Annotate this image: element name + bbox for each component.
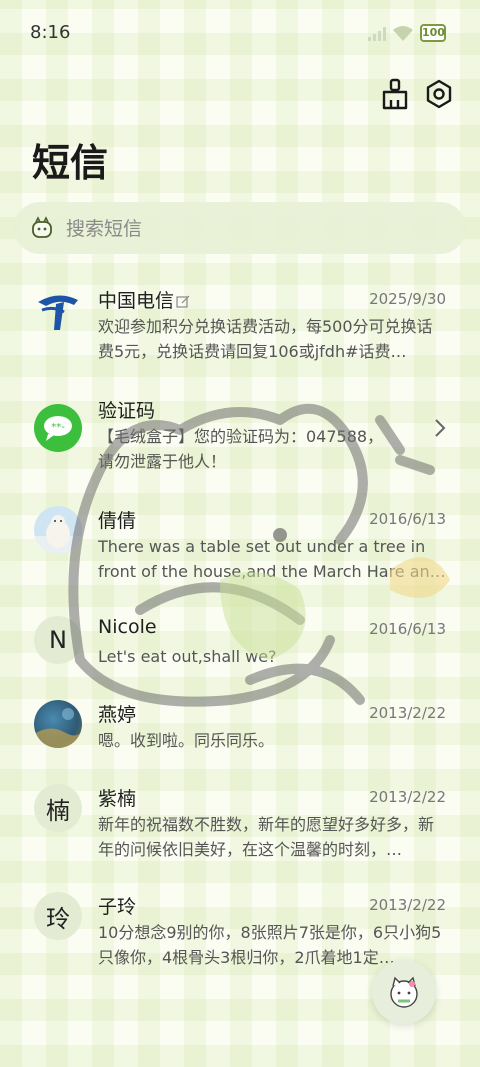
conversation-snippet: 欢迎参加积分兑换话费活动，每500分可兑换话费5元，兑换话费请回复106或jfd… bbox=[98, 317, 433, 361]
conversation-name: 倩倩 bbox=[98, 510, 137, 532]
conversation-item[interactable]: 倩倩 2016/6/13 There was a table set out u… bbox=[0, 506, 480, 610]
conversation-snippet: Let's eat out,shall we? bbox=[98, 647, 277, 666]
conversation-date: 2016/6/13 bbox=[369, 510, 446, 528]
avatar: **- bbox=[34, 404, 82, 452]
avatar: 玲 bbox=[34, 892, 82, 940]
conversation-date: 2013/2/22 bbox=[369, 896, 446, 914]
wifi-icon bbox=[393, 26, 413, 41]
settings-icon[interactable] bbox=[424, 78, 454, 110]
conversation-snippet: There was a table set out under a tree i… bbox=[98, 537, 446, 581]
conversation-name: 验证码 bbox=[98, 400, 156, 422]
conversation-snippet: 嗯。收到啦。同乐同乐。 bbox=[98, 731, 275, 750]
clean-icon[interactable] bbox=[380, 78, 410, 110]
polar-bear-avatar-icon bbox=[34, 515, 82, 554]
avatar: N bbox=[34, 616, 82, 664]
conversation-snippet: 【毛绒盒子】您的验证码为：047588，请勿泄露于他人！ bbox=[98, 427, 384, 471]
svg-text:**-: **- bbox=[51, 422, 65, 433]
compose-button[interactable] bbox=[372, 960, 436, 1024]
conversation-date: 2013/2/22 bbox=[369, 788, 446, 806]
search-icon bbox=[32, 216, 52, 238]
avatar bbox=[34, 506, 82, 554]
search-input[interactable] bbox=[64, 210, 448, 248]
conversation-date: 2013/2/22 bbox=[369, 704, 446, 722]
signal-icon bbox=[368, 27, 386, 41]
status-time: 8:16 bbox=[30, 22, 71, 43]
conversation-snippet: 新年的祝福数不胜数，新年的愿望好多好多，新年的问候依旧美好，在这个温馨的时刻，… bbox=[98, 815, 435, 859]
conversation-name: 中国电信 bbox=[98, 286, 190, 313]
edit-icon bbox=[176, 295, 190, 308]
conversation-date: 2025/9/30 bbox=[369, 290, 446, 308]
avatar bbox=[34, 700, 82, 748]
battery-icon: 100 bbox=[420, 24, 446, 42]
conversation-date: 2016/6/13 bbox=[369, 620, 446, 638]
search-bar[interactable] bbox=[14, 202, 466, 254]
chevron-right-icon[interactable] bbox=[434, 418, 446, 438]
avatar: 楠 bbox=[34, 784, 82, 832]
compose-icon bbox=[390, 976, 418, 1008]
conversation-item[interactable]: **- 验证码 【毛绒盒子】您的验证码为：047588，请勿泄露于他人！ bbox=[0, 396, 480, 500]
conversation-name: 燕婷 bbox=[98, 704, 137, 726]
conversation-name: Nicole bbox=[98, 616, 157, 638]
page-title: 短信 bbox=[32, 141, 109, 185]
conversation-name: 紫楠 bbox=[98, 788, 137, 810]
telecom-logo-icon bbox=[38, 295, 78, 330]
status-bar: 8:16 100 bbox=[0, 0, 480, 68]
photo-avatar-icon bbox=[34, 708, 82, 748]
conversation-item[interactable]: 楠 紫楠 2013/2/22 新年的祝福数不胜数，新年的愿望好多好多，新年的问候… bbox=[0, 784, 480, 888]
conversation-name: 子玲 bbox=[98, 896, 137, 918]
conversation-item[interactable]: 中国电信 2025/9/30 欢迎参加积分兑换话费活动，每500分可兑换话费5元… bbox=[0, 286, 480, 390]
avatar bbox=[34, 286, 82, 334]
message-icon: **- bbox=[44, 416, 72, 441]
